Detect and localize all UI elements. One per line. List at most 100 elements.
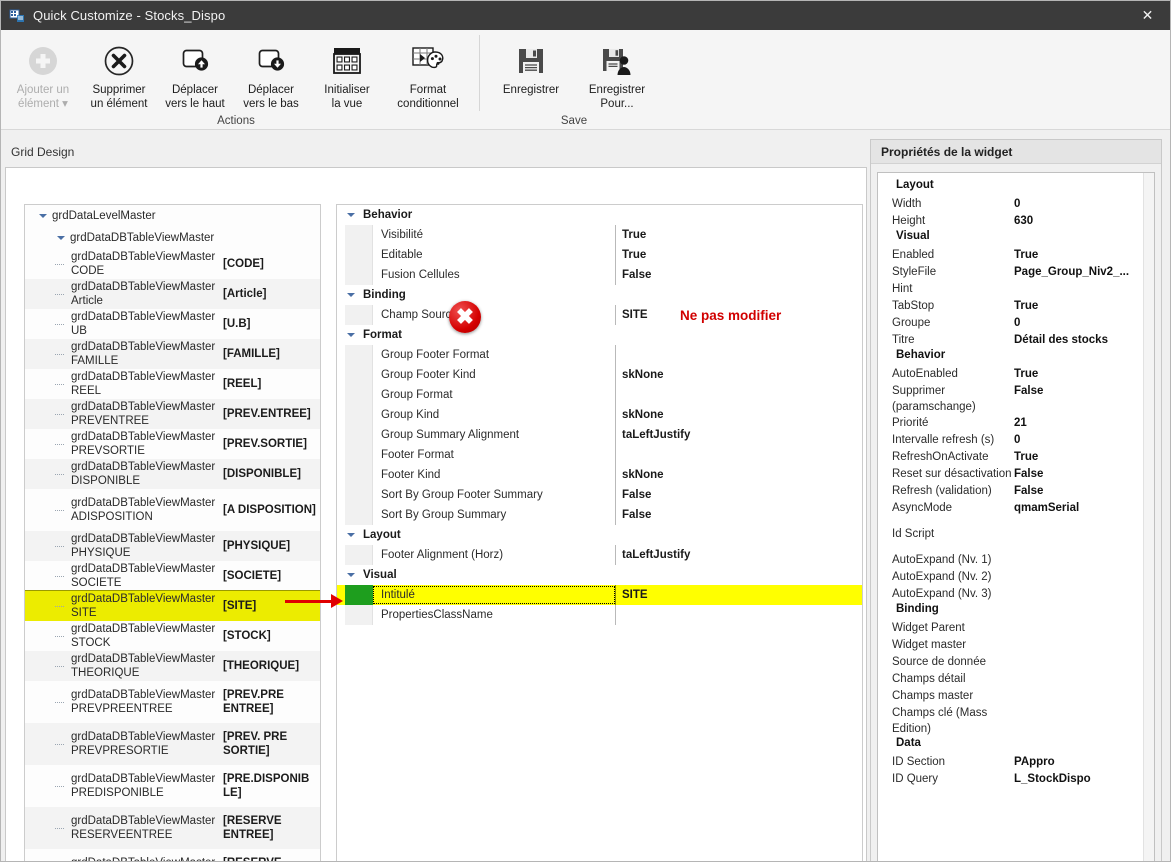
widget-property-row[interactable]: Widget Parent (878, 620, 1154, 637)
widget-property-row[interactable]: Hint (878, 281, 1154, 298)
widget-property-value[interactable]: Page_Group_Niv2_... (1014, 264, 1152, 280)
widget-property-value[interactable]: L_StockDispo (1014, 771, 1152, 787)
property-row[interactable]: Fusion CellulesFalse (337, 265, 862, 285)
widget-property-row[interactable]: AutoExpand (Nv. 2) (878, 569, 1154, 586)
property-value[interactable]: skNone (616, 409, 862, 421)
widget-property-row[interactable]: AutoExpand (Nv. 3) (878, 586, 1154, 603)
widget-property-value[interactable]: True (1014, 366, 1152, 382)
widget-property-row[interactable]: ID SectionPAppro (878, 754, 1154, 771)
widget-property-value[interactable]: 0 (1014, 196, 1152, 212)
widget-property-row[interactable]: RefreshOnActivateTrue (878, 449, 1154, 466)
delete-element-button[interactable]: Supprimer un élément (81, 34, 157, 112)
property-row[interactable]: Group Summary AlignmenttaLeftJustify (337, 425, 862, 445)
tree-item[interactable]: grdDataDBTableViewMasterUB[U.B] (25, 309, 320, 339)
widget-property-row[interactable]: ID QueryL_StockDispo (878, 771, 1154, 788)
save-button[interactable]: Enregistrer (488, 34, 574, 112)
property-value[interactable]: True (616, 229, 862, 241)
tree-item[interactable]: grdDataDBTableViewMasterADISPOSITION[A D… (25, 489, 320, 531)
widget-property-value[interactable]: False (1014, 383, 1152, 399)
property-value[interactable]: taLeftJustify (616, 429, 862, 441)
property-value[interactable]: False (616, 269, 862, 281)
widget-properties-body[interactable]: LayoutWidth0Height630VisualEnabledTrueSt… (877, 172, 1155, 862)
property-value[interactable]: skNone (616, 469, 862, 481)
tree-item[interactable]: grdDataDBTableViewMasterTHEORIQUE[THEORI… (25, 651, 320, 681)
chevron-down-icon[interactable] (345, 529, 357, 541)
property-row[interactable]: EditableTrue (337, 245, 862, 265)
widget-property-value[interactable]: True (1014, 449, 1152, 465)
conditional-format-button[interactable]: Format conditionnel (385, 34, 471, 112)
tree-item[interactable]: grdDataDBTableViewMasterPREVPREENTREE[PR… (25, 681, 320, 723)
property-row[interactable]: Sort By Group SummaryFalse (337, 505, 862, 525)
widget-property-row[interactable]: TabStopTrue (878, 298, 1154, 315)
property-row[interactable]: Group Footer KindskNone (337, 365, 862, 385)
widget-property-row[interactable]: TitreDétail des stocks (878, 332, 1154, 349)
property-value[interactable]: False (616, 489, 862, 501)
widget-property-row[interactable]: Reset sur désactivationFalse (878, 466, 1154, 483)
property-row[interactable]: VisibilitéTrue (337, 225, 862, 245)
property-row[interactable]: Champ SourceSITENe pas modifier (337, 305, 862, 325)
grid-structure-tree[interactable]: grdDataLevelMaster grdDataDBTableViewMas… (24, 204, 321, 862)
move-down-button[interactable]: Déplacer vers le bas (233, 34, 309, 112)
widget-property-row[interactable]: Supprimer (paramschange)False (878, 383, 1154, 415)
tree-item-selected[interactable]: grdDataDBTableViewMasterSITE[SITE] (25, 591, 320, 621)
property-category[interactable]: Visual (337, 565, 862, 585)
property-row[interactable]: Footer KindskNone (337, 465, 862, 485)
widget-property-value[interactable]: Détail des stocks (1014, 332, 1152, 348)
tree-item[interactable]: grdDataDBTableViewMasterDISPONIBLE[DISPO… (25, 459, 320, 489)
chevron-down-icon[interactable] (345, 289, 357, 301)
widget-property-value[interactable]: True (1014, 247, 1152, 263)
widget-property-row[interactable]: Priorité21 (878, 415, 1154, 432)
tree-item[interactable]: grdDataDBTableViewMasterSOCIETE[SOCIETE] (25, 561, 320, 591)
widget-property-row[interactable]: Height630 (878, 213, 1154, 230)
widget-property-value[interactable]: PAppro (1014, 754, 1152, 770)
widget-property-value[interactable]: 0 (1014, 315, 1152, 331)
tree-node-child[interactable]: grdDataDBTableViewMaster (25, 227, 320, 249)
widget-property-value[interactable]: 630 (1014, 213, 1152, 229)
property-row[interactable]: Group KindskNone (337, 405, 862, 425)
tree-node-root[interactable]: grdDataLevelMaster (25, 205, 320, 227)
tree-item[interactable]: grdDataDBTableViewMasterPHYSIQUE[PHYSIQU… (25, 531, 320, 561)
widget-property-row[interactable]: Width0 (878, 196, 1154, 213)
widget-property-row[interactable]: Widget master (878, 637, 1154, 654)
close-icon[interactable]: ✕ (1125, 1, 1170, 30)
widget-property-row[interactable]: Id Script (878, 526, 1154, 543)
widget-property-row[interactable]: Champs clé (Mass Edition) (878, 705, 1154, 737)
chevron-down-icon[interactable] (37, 210, 49, 222)
tree-item[interactable]: grdDataDBTableViewMasterPREVENTREE[PREV.… (25, 399, 320, 429)
widget-property-row[interactable]: AutoEnabledTrue (878, 366, 1154, 383)
property-value[interactable]: taLeftJustify (616, 549, 862, 561)
tree-item[interactable]: grdDataDBTableViewMasterCODE[CODE] (25, 249, 320, 279)
column-property-grid[interactable]: BehaviorVisibilitéTrueEditableTrueFusion… (336, 204, 863, 862)
chevron-down-icon[interactable] (345, 209, 357, 221)
widget-property-row[interactable]: StyleFilePage_Group_Niv2_... (878, 264, 1154, 281)
widget-property-row[interactable]: Intervalle refresh (s)0 (878, 432, 1154, 449)
chevron-down-icon[interactable] (345, 569, 357, 581)
property-row-selected[interactable]: IntituléSITE (337, 585, 862, 605)
property-row[interactable]: Sort By Group Footer SummaryFalse (337, 485, 862, 505)
tree-item[interactable]: grdDataDBTableViewMasterREEL[REEL] (25, 369, 320, 399)
property-value[interactable]: False (616, 509, 862, 521)
property-row[interactable]: Group Footer Format (337, 345, 862, 365)
property-category[interactable]: Binding (337, 285, 862, 305)
widget-property-row[interactable]: Refresh (validation)False (878, 483, 1154, 500)
tree-item[interactable]: grdDataDBTableViewMasterPREVSORTIE[PREV.… (25, 429, 320, 459)
widget-property-row[interactable]: Groupe0 (878, 315, 1154, 332)
add-element-button[interactable]: Ajouter un élément ▾ (5, 34, 81, 112)
property-row[interactable]: PropertiesClassName (337, 605, 862, 625)
property-row[interactable]: Footer Format (337, 445, 862, 465)
tree-item[interactable]: grdDataDBTableViewMasterPREVPRESORTIE[PR… (25, 723, 320, 765)
widget-property-row[interactable]: Champs détail (878, 671, 1154, 688)
move-up-button[interactable]: Déplacer vers le haut (157, 34, 233, 112)
tree-item[interactable]: grdDataDBTableViewMasterFAMILLE[FAMILLE] (25, 339, 320, 369)
chevron-down-icon[interactable] (345, 329, 357, 341)
property-value[interactable]: skNone (616, 369, 862, 381)
widget-property-value[interactable]: 0 (1014, 432, 1152, 448)
property-category[interactable]: Format (337, 325, 862, 345)
save-as-button[interactable]: Enregistrer Pour... (574, 34, 660, 112)
widget-property-row[interactable]: AutoExpand (Nv. 1) (878, 552, 1154, 569)
property-value[interactable]: SITE (616, 309, 652, 321)
property-row[interactable]: Group Format (337, 385, 862, 405)
chevron-down-icon[interactable] (55, 232, 67, 244)
widget-property-row[interactable]: EnabledTrue (878, 247, 1154, 264)
tree-item[interactable]: grdDataDBTableViewMasterRESERVEENTREE[RE… (25, 807, 320, 849)
